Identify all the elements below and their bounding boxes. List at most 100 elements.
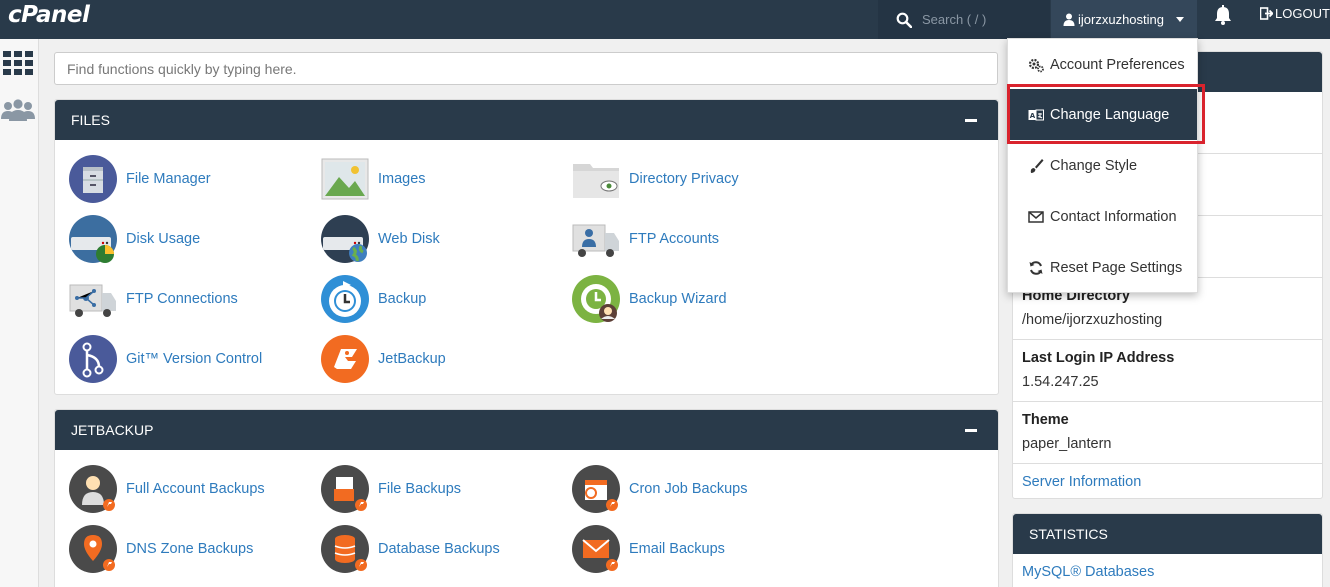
item-label: Backup [378,291,427,307]
menu-item-label: Contact Information [1050,208,1177,225]
search-input[interactable] [922,12,1032,27]
git-icon [69,335,117,383]
global-search[interactable] [878,0,1050,39]
statistics-panel: STATISTICS MySQL® Databases [1012,513,1323,587]
ftp-connections-link[interactable]: FTP Connections [69,274,309,324]
left-sidebar [0,39,39,587]
item-label: FTP Accounts [629,231,719,247]
dns-zone-backups-icon [69,525,117,573]
dns-zone-backups-link[interactable]: DNS Zone Backups [69,524,309,574]
jetbackup-icon [321,335,369,383]
refresh-icon [1029,260,1043,275]
files-panel-title: FILES [71,112,110,128]
cpanel-logo[interactable]: cPanel [8,2,90,28]
collapse-icon[interactable] [965,428,977,432]
email-backups-icon [572,525,620,573]
statistics-header[interactable]: STATISTICS [1013,514,1322,554]
theme-row: Theme paper_lantern [1013,401,1322,463]
account-preferences-item[interactable]: Account Preferences [1008,39,1197,90]
backup-link[interactable]: Backup [321,274,561,324]
jetbackup-panel: JETBACKUP Full Account Backups File Back… [54,409,999,587]
backup-wizard-link[interactable]: Backup Wizard [572,274,812,324]
item-label: Full Account Backups [126,481,265,497]
cron-job-backups-icon [572,465,620,513]
change-language-item[interactable]: A Change Language [1008,89,1197,140]
users-icon[interactable] [0,99,36,121]
item-label: Web Disk [378,231,440,247]
file-backups-link[interactable]: File Backups [321,464,561,514]
theme-value: paper_lantern [1022,436,1112,452]
last-login-row: Last Login IP Address 1.54.247.25 [1013,339,1322,401]
item-label: Git™ Version Control [126,351,263,367]
reset-page-settings-item[interactable]: Reset Page Settings [1008,242,1197,293]
user-icon [1063,13,1075,26]
item-label: Images [378,171,426,187]
file-manager-icon [69,155,117,203]
menu-item-label: Account Preferences [1050,56,1185,73]
notifications-bell-icon[interactable] [1213,4,1233,26]
item-label: File Backups [378,481,462,497]
images-link[interactable]: Images [321,154,561,204]
item-label: JetBackup [378,351,446,367]
home-directory-value: /home/ijorzxuzhosting [1022,312,1163,328]
search-icon [896,12,912,28]
item-label: Cron Job Backups [629,481,748,497]
full-account-backups-icon [69,465,117,513]
database-backups-link[interactable]: Database Backups [321,524,561,574]
ftp-accounts-icon [572,224,619,257]
svg-text:A: A [1030,112,1036,120]
file-manager-link[interactable]: File Manager [69,154,309,204]
jetbackup-link[interactable]: JetBackup [321,334,561,384]
backup-wizard-icon [572,275,620,323]
disk-usage-link[interactable]: Disk Usage [69,214,309,264]
item-label: Database Backups [378,541,500,557]
paintbrush-icon [1030,158,1044,173]
logout-button[interactable]: LOGOUT [1260,6,1330,21]
ftp-accounts-link[interactable]: FTP Accounts [572,214,812,264]
username-label: ijorzxuzhosting [1078,12,1164,27]
item-label: Email Backups [629,541,725,557]
language-icon: A [1028,109,1044,120]
web-disk-icon [321,215,369,263]
cron-job-backups-link[interactable]: Cron Job Backups [572,464,812,514]
item-label: DNS Zone Backups [126,541,254,557]
collapse-icon[interactable] [965,118,977,122]
user-menu-button[interactable]: ijorzxuzhosting [1051,0,1197,39]
tools-grid-icon[interactable] [3,51,33,75]
menu-item-label: Change Style [1050,157,1138,174]
logout-icon [1260,7,1273,20]
change-style-item[interactable]: Change Style [1008,140,1197,191]
directory-privacy-icon [573,164,619,198]
last-login-label: Last Login IP Address [1022,350,1175,366]
web-disk-link[interactable]: Web Disk [321,214,561,264]
server-information-link[interactable]: Server Information [1022,474,1141,490]
quick-find-input[interactable] [54,52,998,85]
top-navbar: cPanel ijorzxuzhosting LOGOUT [0,0,1330,39]
item-label: Disk Usage [126,231,201,247]
database-backups-icon [321,525,369,573]
mysql-databases-stat-link[interactable]: MySQL® Databases [1022,564,1154,580]
jetbackup-panel-header[interactable]: JETBACKUP [55,410,998,450]
item-label: Backup Wizard [629,291,727,307]
user-dropdown-menu: Account Preferences A Change Language Ch… [1007,38,1198,293]
images-icon [321,158,369,200]
full-account-backups-link[interactable]: Full Account Backups [69,464,309,514]
email-backups-link[interactable]: Email Backups [572,524,812,574]
item-label: Directory Privacy [629,171,739,187]
statistics-title: STATISTICS [1029,526,1108,542]
item-label: FTP Connections [126,291,238,307]
server-information-row: Server Information [1013,463,1322,499]
files-panel: FILES File Manager Images Directory Priv… [54,99,999,395]
item-label: File Manager [126,171,211,187]
menu-item-label: Change Language [1050,106,1170,123]
logout-label: LOGOUT [1275,6,1330,21]
theme-label: Theme [1022,412,1069,428]
menu-item-label: Reset Page Settings [1050,259,1183,276]
contact-information-item[interactable]: Contact Information [1008,191,1197,242]
files-panel-header[interactable]: FILES [55,100,998,140]
envelope-icon [1028,210,1044,223]
last-login-value: 1.54.247.25 [1022,374,1099,390]
ftp-connections-icon [69,284,116,317]
directory-privacy-link[interactable]: Directory Privacy [572,154,812,204]
git-version-control-link[interactable]: Git™ Version Control [69,334,309,384]
